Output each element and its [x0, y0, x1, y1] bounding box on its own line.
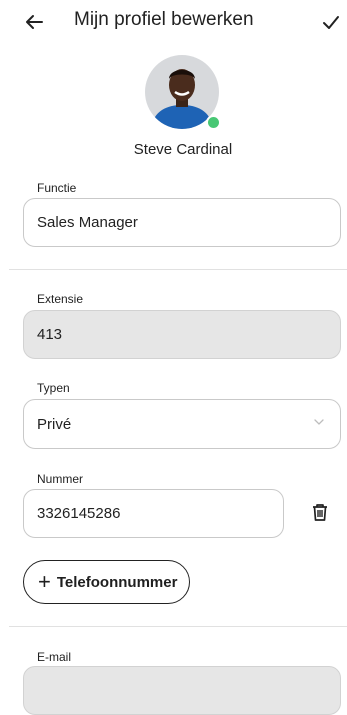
chevron-down-icon	[314, 419, 324, 425]
arrow-left-icon	[26, 15, 43, 29]
extensie-label: Extensie	[37, 292, 84, 306]
add-phone-number-button[interactable]: + Telefoonnummer	[23, 560, 190, 604]
nummer-value: 3326145286	[37, 505, 121, 522]
functie-label: Functie	[37, 181, 77, 195]
user-name: Steve Cardinal	[133, 141, 233, 158]
section-divider	[9, 269, 347, 270]
section-divider	[9, 626, 347, 627]
back-button[interactable]	[20, 8, 48, 36]
functie-value: Sales Manager	[37, 214, 138, 231]
plus-icon: +	[38, 569, 51, 594]
nummer-field[interactable]: 3326145286	[23, 489, 284, 538]
page-title: Mijn profiel bewerken	[74, 9, 254, 30]
save-button[interactable]	[317, 8, 345, 36]
extensie-field: 413	[23, 310, 341, 359]
add-phone-label: Telefoonnummer	[56, 573, 178, 591]
top-bar: Mijn profiel bewerken	[0, 0, 347, 44]
typen-value: Privé	[37, 415, 72, 433]
email-field[interactable]	[23, 666, 341, 715]
trash-icon	[313, 504, 327, 521]
extensie-value: 413	[37, 326, 63, 343]
functie-field[interactable]: Sales Manager	[23, 198, 341, 247]
checkmark-icon	[323, 16, 339, 29]
email-label: E-mail	[37, 650, 72, 664]
delete-number-button[interactable]	[307, 499, 333, 525]
typen-label: Typen	[37, 381, 70, 395]
online-status-indicator	[206, 115, 221, 130]
nummer-label: Nummer	[37, 472, 84, 486]
typen-select[interactable]: Privé	[23, 399, 341, 449]
